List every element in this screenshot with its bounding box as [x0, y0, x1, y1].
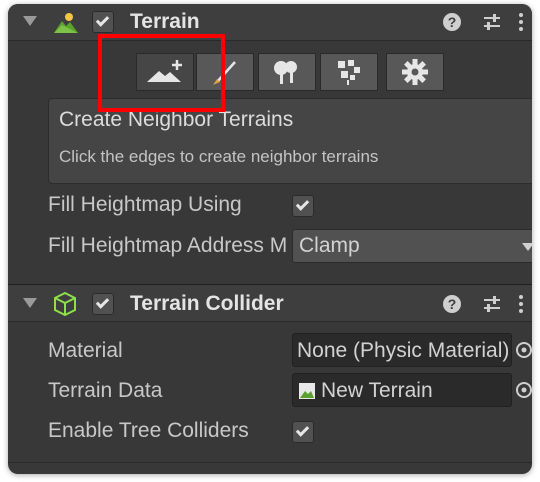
- material-field[interactable]: None (Physic Material): [292, 333, 512, 367]
- checkmark-icon: [295, 197, 310, 211]
- fill-heightmap-using-checkbox[interactable]: [292, 195, 314, 217]
- presets-icon[interactable]: [480, 293, 502, 315]
- terrain-data-label: Terrain Data: [48, 379, 163, 402]
- help-icon[interactable]: ?: [441, 293, 463, 315]
- fill-heightmap-address-label: Fill Heightmap Address Mode: [48, 234, 288, 257]
- svg-text:?: ?: [448, 296, 457, 312]
- terrain-asset-icon: [299, 383, 315, 399]
- checkmark-icon: [95, 295, 110, 309]
- enable-tree-colliders-checkbox[interactable]: [292, 421, 314, 443]
- material-label: Material: [48, 339, 123, 362]
- highlight-box: [98, 34, 225, 112]
- terrain-data-value: New Terrain: [321, 379, 433, 402]
- checkmark-icon: [95, 13, 110, 27]
- terrain-collider-enabled-checkbox[interactable]: [92, 293, 114, 315]
- presets-icon[interactable]: [480, 11, 502, 33]
- terrain-component-header[interactable]: Terrain ?: [8, 4, 532, 41]
- fill-heightmap-using-label: Fill Heightmap Using: [48, 193, 242, 216]
- svg-text:?: ?: [448, 14, 457, 30]
- more-vertical-icon[interactable]: [516, 11, 526, 33]
- inspector-panel: Terrain ? Create Neighbor Terrains Click…: [8, 4, 532, 474]
- material-value: None (Physic Material): [297, 339, 510, 362]
- terrain-enabled-checkbox[interactable]: [92, 11, 114, 33]
- collider-cube-icon: [54, 291, 76, 317]
- help-text: Click the edges to create neighbor terra…: [59, 147, 379, 166]
- terrain-data-field[interactable]: New Terrain: [292, 373, 512, 407]
- checkmark-icon: [295, 423, 310, 437]
- more-vertical-icon[interactable]: [516, 293, 526, 315]
- terrain-icon: [54, 13, 78, 33]
- foldout-arrow-icon[interactable]: [23, 298, 37, 308]
- terrain-collider-title: Terrain Collider: [130, 292, 284, 315]
- terrain-settings-tool[interactable]: [386, 53, 444, 91]
- paint-details-tool[interactable]: [320, 53, 378, 91]
- fill-heightmap-address-dropdown[interactable]: Clamp: [292, 229, 532, 263]
- object-picker-icon[interactable]: [514, 380, 532, 400]
- details-icon: [338, 60, 360, 85]
- foldout-arrow-icon[interactable]: [23, 16, 37, 26]
- paint-trees-tool[interactable]: [258, 53, 316, 91]
- enable-tree-colliders-label: Enable Tree Colliders: [48, 419, 249, 442]
- fill-heightmap-address-value: Clamp: [299, 234, 360, 257]
- trees-icon: [274, 61, 297, 84]
- object-picker-icon[interactable]: [514, 340, 532, 360]
- help-icon[interactable]: ?: [441, 11, 463, 33]
- terrain-component-title: Terrain: [130, 10, 200, 33]
- dropdown-arrow-icon: [522, 243, 532, 251]
- gear-icon: [402, 59, 428, 85]
- terrain-collider-header[interactable]: Terrain Collider ?: [8, 284, 532, 322]
- divider: [8, 462, 532, 463]
